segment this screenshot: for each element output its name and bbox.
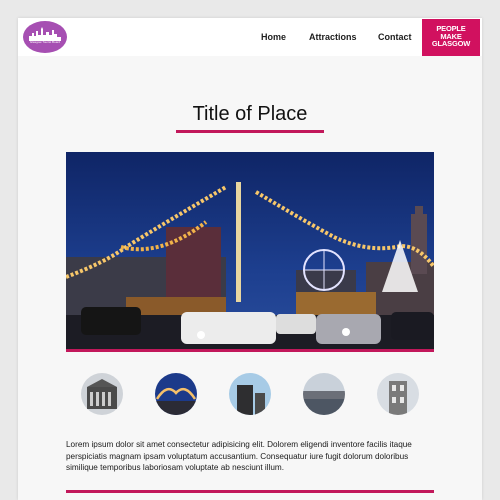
tower-photo-icon [377,373,419,415]
bottom-rule [66,490,434,493]
river-photo-thumbnail[interactable] [303,373,345,415]
logo-text: Glasgow Tourist Board [29,40,61,44]
hero-image [66,152,434,351]
title-underline [176,130,324,133]
nav-attractions-link[interactable]: Attractions [309,32,357,42]
skyline-icon [29,27,61,41]
building-photo-icon [81,373,123,415]
people-make-glasgow-logo[interactable]: PEOPLE MAKE GLASGOW [422,19,480,56]
hero-underline [66,349,434,352]
tower-photo-thumbnail[interactable] [377,373,419,415]
monument-photo-icon [229,373,271,415]
building-photo-thumbnail[interactable] [81,373,123,415]
nav-contact-link[interactable]: Contact [378,32,412,42]
page-title: Title of Place [192,103,308,125]
brand-line: GLASGOW [431,39,471,48]
illuminated-arches-photo-icon [155,373,197,415]
nav-home-link[interactable]: Home [261,32,286,42]
page: Glasgow Tourist Board Home Attractions C… [18,18,482,500]
illuminated-arches-thumbnail[interactable] [155,373,197,415]
glasgow-logo[interactable]: Glasgow Tourist Board [23,21,67,53]
header: Glasgow Tourist Board Home Attractions C… [18,18,482,56]
river-photo-icon [303,373,345,415]
monument-photo-thumbnail[interactable] [229,373,271,415]
place-description: Lorem ipsum dolor sit amet consectetur a… [66,440,412,473]
